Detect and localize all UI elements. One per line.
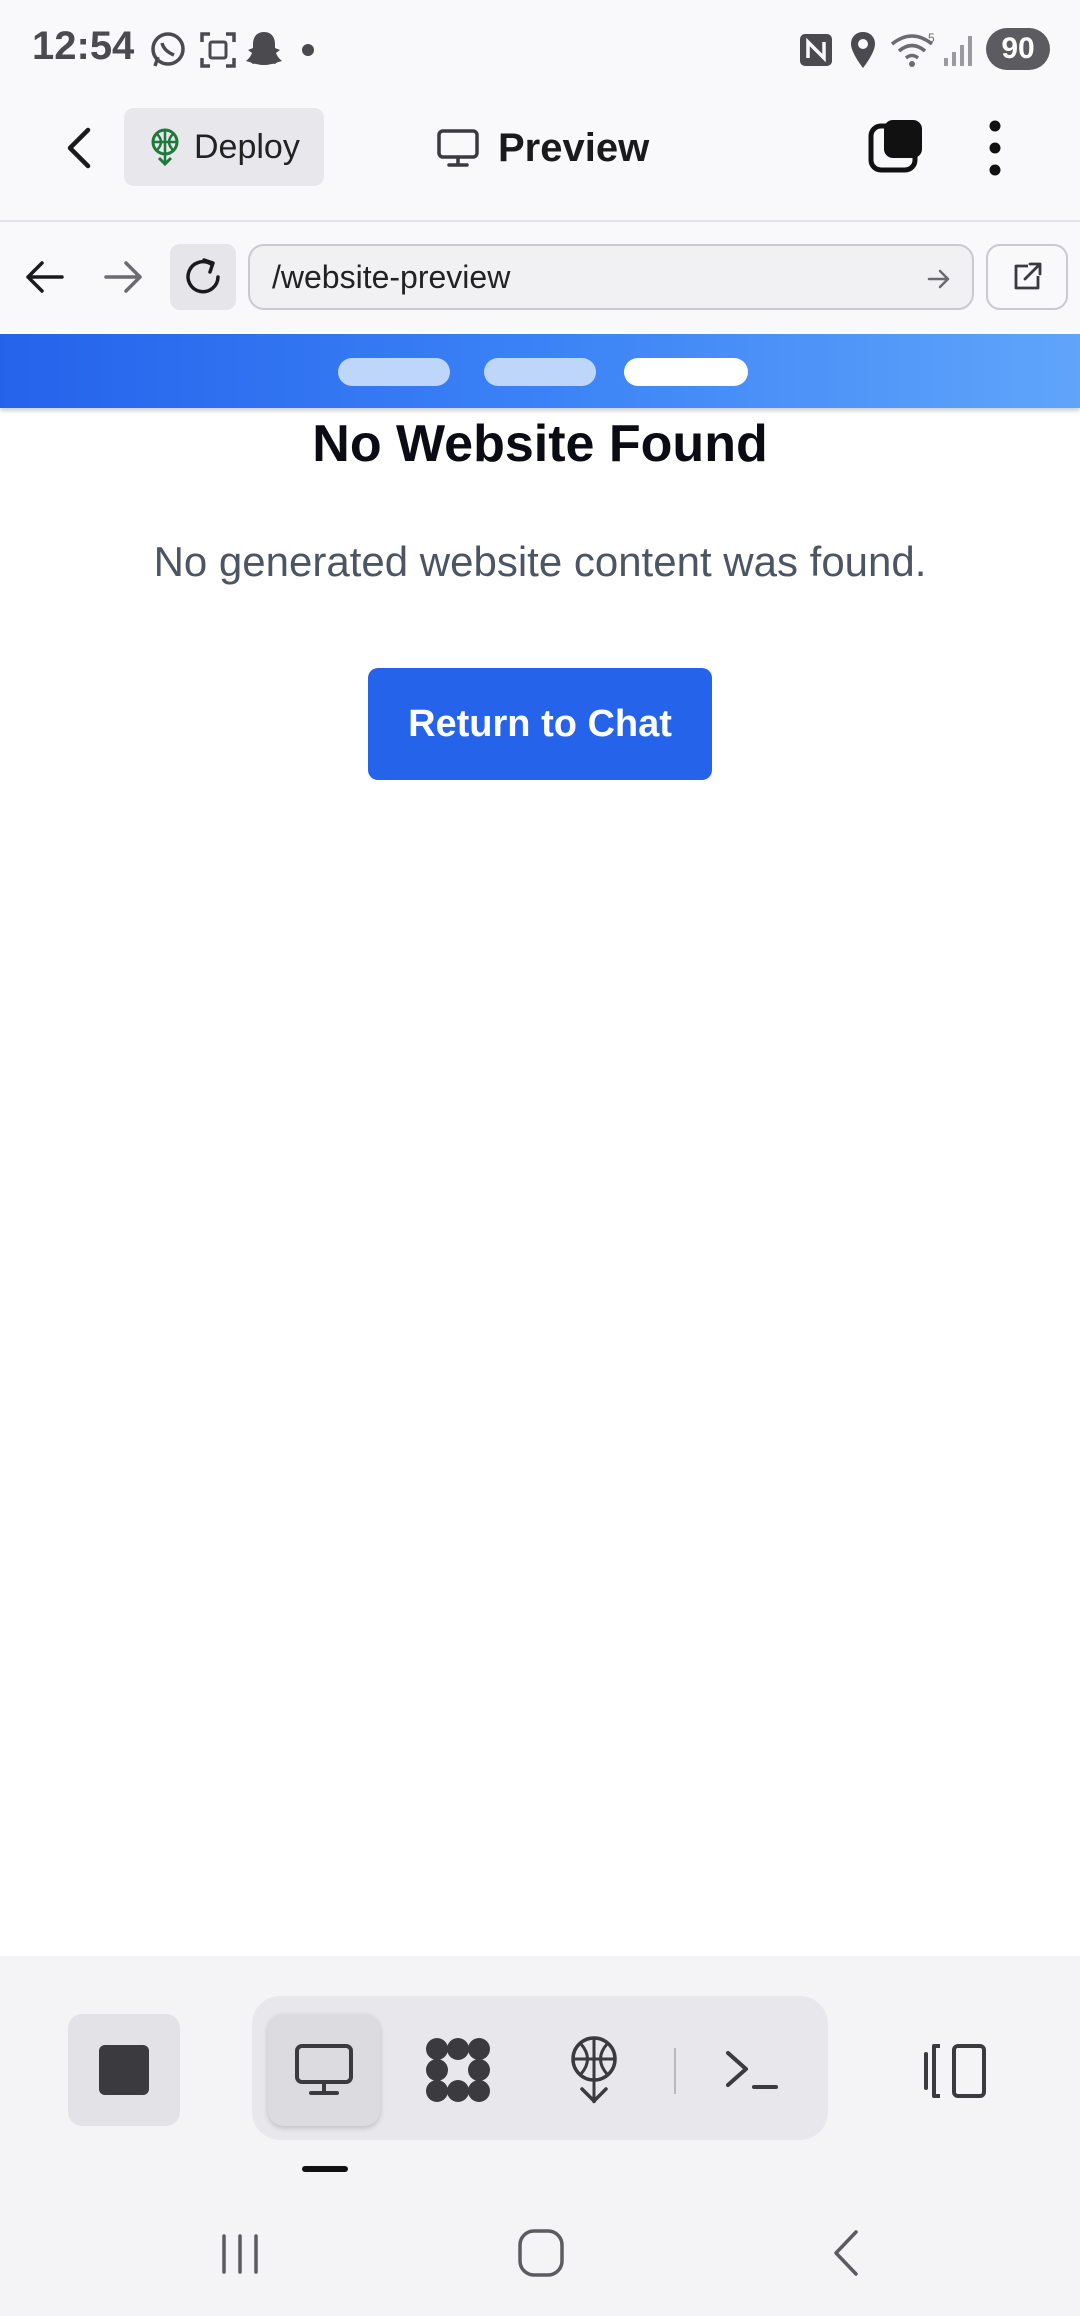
status-time: 12:54	[32, 24, 135, 68]
signal-icon	[944, 36, 972, 66]
battery-indicator: 90	[986, 28, 1050, 70]
app-bar: Deploy Preview	[0, 100, 1080, 222]
url-input[interactable]: /website-preview	[248, 244, 974, 310]
active-tab-indicator	[302, 2166, 348, 2172]
svg-text:5: 5	[928, 31, 935, 45]
stop-icon	[99, 2045, 149, 2095]
page-message: No generated website content was found.	[153, 538, 927, 585]
split-panel-icon[interactable]	[920, 2040, 990, 2102]
wifi-icon: 5	[890, 31, 935, 67]
snapchat-icon	[246, 32, 282, 65]
more-options-icon[interactable]	[980, 116, 1010, 180]
go-arrow-icon[interactable]	[926, 266, 952, 292]
terminal-icon	[726, 2051, 778, 2089]
progress-pill	[484, 358, 596, 386]
nodes-icon	[426, 2038, 490, 2102]
back-chevron-icon[interactable]	[56, 122, 104, 174]
reload-icon	[186, 258, 220, 294]
preview-view-button[interactable]	[268, 2014, 380, 2126]
stop-button[interactable]	[68, 2014, 180, 2126]
whatsapp-icon	[151, 32, 185, 67]
browser-forward-icon[interactable]	[100, 254, 146, 300]
status-bar: 12:54 5 90	[0, 0, 1080, 100]
open-external-button[interactable]	[986, 244, 1068, 310]
deploy-icon	[151, 128, 179, 166]
monitor-icon	[437, 129, 479, 167]
location-icon	[851, 32, 875, 68]
deploy-view-button[interactable]	[538, 2014, 650, 2126]
browser-bar: /website-preview	[0, 222, 1080, 332]
browser-back-icon[interactable]	[22, 254, 68, 300]
monitor-icon	[295, 2044, 353, 2095]
terminal-view-button[interactable]	[696, 2014, 808, 2126]
dot-icon	[302, 44, 314, 56]
tabs-switcher-icon[interactable]	[866, 116, 926, 176]
preview-tab[interactable]: Preview	[436, 120, 649, 176]
loading-banner	[0, 334, 1080, 408]
home-icon[interactable]	[512, 2218, 572, 2288]
progress-pill-active	[624, 358, 748, 386]
url-text: /website-preview	[272, 258, 511, 295]
return-to-chat-button[interactable]: Return to Chat	[368, 668, 712, 780]
integrations-view-button[interactable]	[402, 2014, 514, 2126]
preview-title: Preview	[498, 125, 650, 170]
deploy-button[interactable]: Deploy	[124, 108, 324, 186]
toolbar-divider	[674, 2048, 676, 2094]
nfc-icon	[800, 34, 832, 66]
page-title: No Website Found	[312, 415, 768, 473]
screenshot-icon	[200, 32, 236, 68]
bottom-toolbar	[0, 1956, 1080, 2316]
external-link-icon	[1014, 262, 1042, 290]
recent-apps-icon[interactable]	[212, 2218, 268, 2288]
deploy-label: Deploy	[194, 127, 300, 166]
progress-pill	[338, 358, 450, 386]
system-back-icon[interactable]	[818, 2218, 874, 2288]
deploy-icon	[571, 2036, 617, 2104]
reload-button[interactable]	[170, 244, 236, 310]
